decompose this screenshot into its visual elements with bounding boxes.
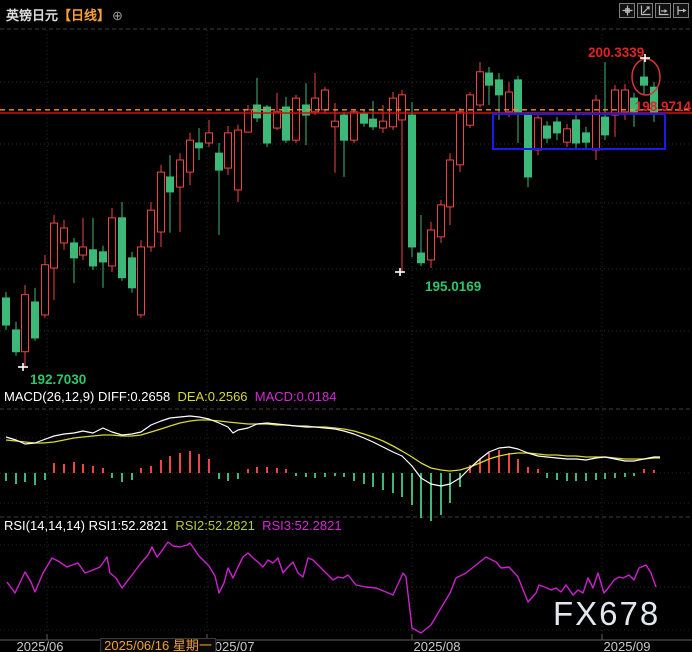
extreme-marker-layer [18,54,650,371]
macd-layer [5,415,660,521]
axis-label-aug: 2025/08 [413,639,461,652]
time-axis[interactable]: 2025/06 2025/07 2025/08 2025/09 2025/06/… [0,638,692,652]
rsi1-value: RSI1:52.2821 [88,518,169,533]
high-price-label: 200.3339 [588,45,644,60]
axis-label-jun: 2025/06 [16,639,64,652]
symbol-name: 英镑日元 [6,8,59,23]
rsi-params-label: RSI(14,14,14) [4,518,85,533]
axis-label-sep: 2025/09 [603,639,651,652]
shift-right-tool-icon[interactable] [673,3,689,18]
chart-window: 200.3339 198.9714 195.0169 192.7030 英镑日元… [0,0,692,652]
fx678-watermark: FX678 [553,595,661,632]
price-lines-layer [0,109,692,114]
last-price-label: 198.9714 [635,99,692,114]
chart-toolbar [619,3,689,18]
title-bar: 英镑日元【日线】 ⊕ [6,5,123,24]
highlighted-date-label: 2025/06/16 星期一 [100,638,216,652]
period-label: 【日线】 [58,8,111,23]
jun-low-price-label: 192.7030 [30,372,86,387]
macd-params-label: MACD(26,12,9) [4,389,95,404]
candlestick-layer [2,57,658,367]
rsi3-value: RSI3:52.2821 [262,518,342,533]
aug-low-price-label: 195.0169 [425,279,481,294]
macd-macd-value: MACD:0.0184 [254,389,337,404]
axis-scale-tool-icon[interactable] [637,3,653,18]
macd-dea-value: DEA:0.2566 [177,389,248,404]
macd-diff-value: DIFF:0.2658 [97,389,171,404]
rsi2-value: RSI2:52.2821 [175,518,255,533]
macd-header: MACD(26,12,9) DIFF:0.2658 DEA:0.2566 MAC… [4,389,336,404]
rsi-header: RSI(14,14,14) RSI1:52.2821 RSI2:52.2821 … [4,518,342,533]
axis-measure-tool-icon[interactable] [655,3,671,18]
crosshair-tool-icon[interactable] [619,3,635,18]
chart-canvas[interactable]: 200.3339 198.9714 195.0169 192.7030 [0,0,692,652]
collapse-icon[interactable]: ⊕ [112,8,123,23]
